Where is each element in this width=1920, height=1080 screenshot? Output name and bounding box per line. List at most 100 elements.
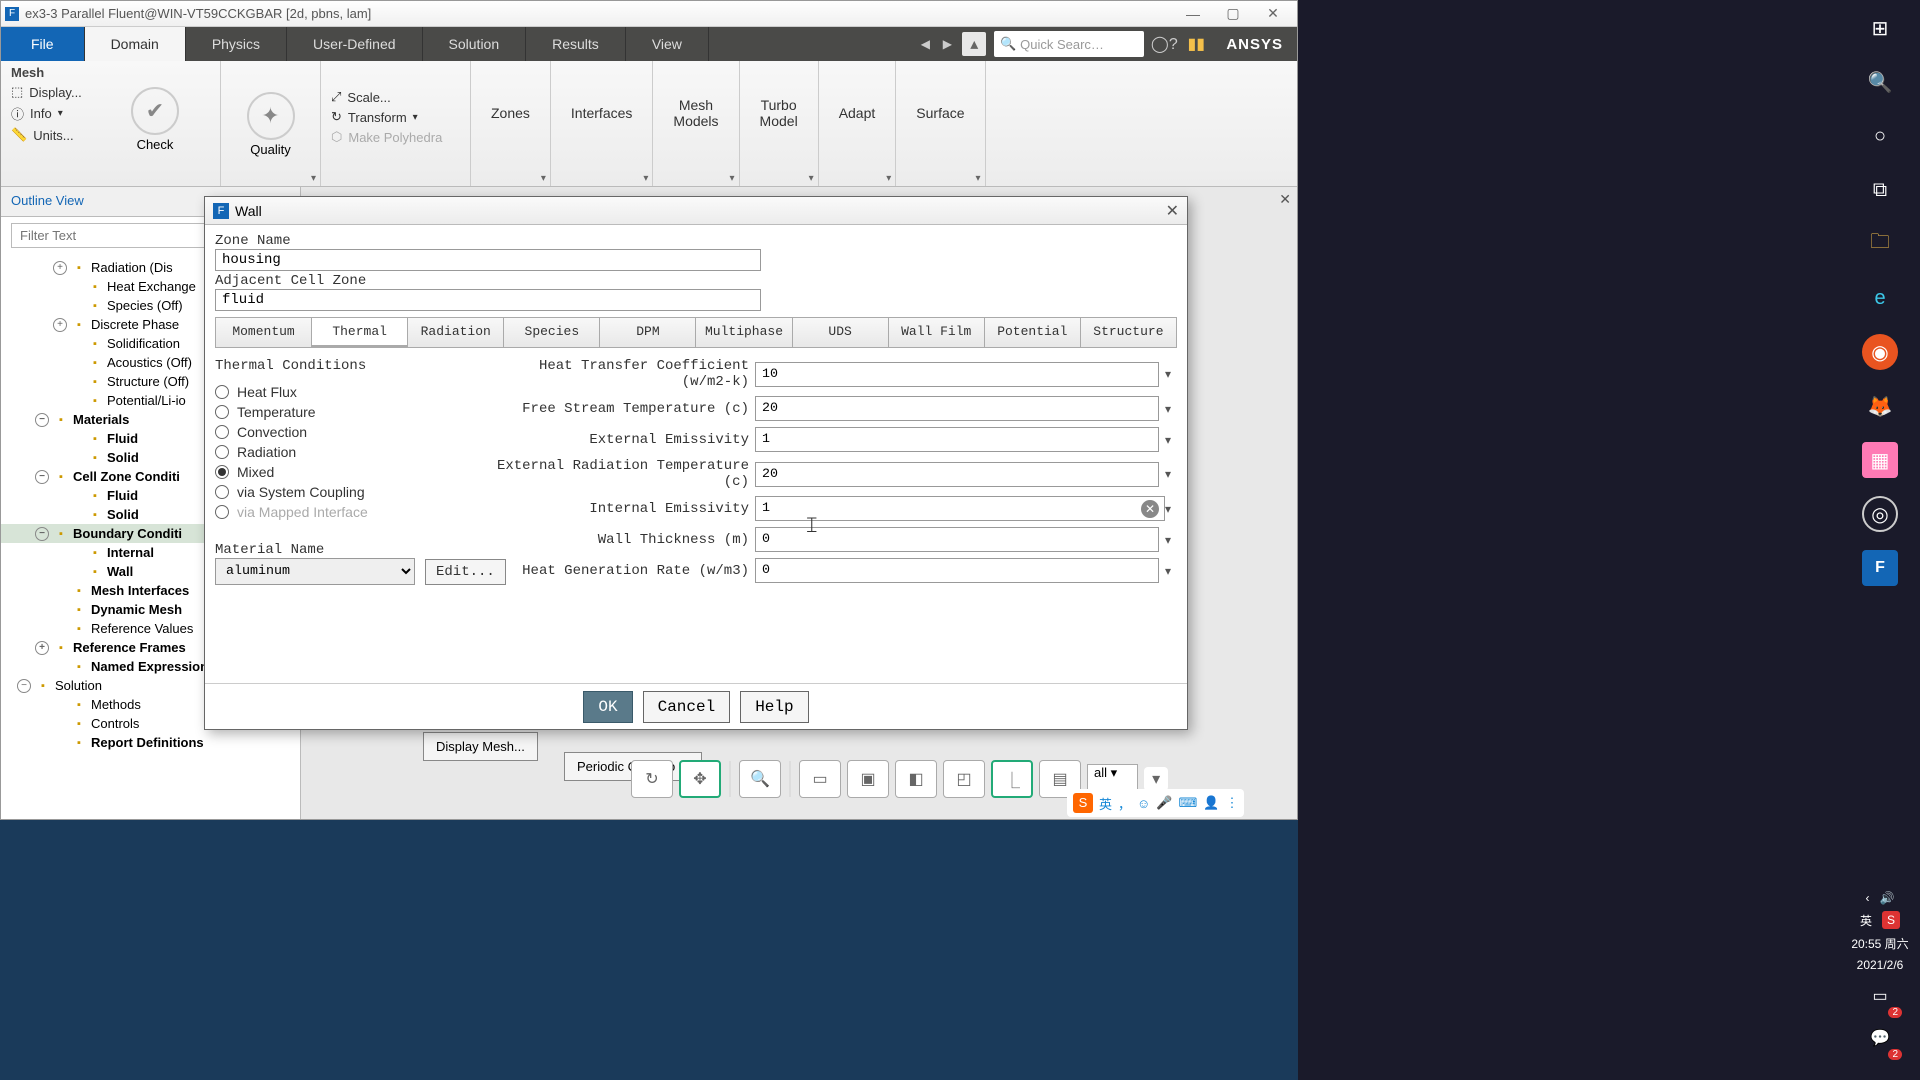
dialog-tab-thermal[interactable]: Thermal: [312, 318, 408, 347]
chevron-down-icon[interactable]: ▾: [311, 173, 316, 184]
edge-icon[interactable]: e: [1862, 280, 1898, 316]
tree-node[interactable]: ▪Report Definitions: [1, 733, 300, 752]
dialog-tab-uds[interactable]: UDS: [793, 318, 889, 347]
dialog-tab-potential[interactable]: Potential: [985, 318, 1081, 347]
dialog-tab-dpm[interactable]: DPM: [600, 318, 696, 347]
tree-expander[interactable]: +: [53, 261, 67, 275]
thermal-radio-via-system-coupling[interactable]: via System Coupling: [215, 482, 495, 502]
ribbon-turbo[interactable]: Turbo Model: [750, 97, 808, 129]
tree-expander[interactable]: −: [35, 413, 49, 427]
zoom-icon[interactable]: 🔍: [739, 760, 781, 798]
layout-icon[interactable]: ▮▮: [1184, 32, 1208, 56]
menu-user-defined[interactable]: User-Defined: [287, 27, 422, 61]
thermal-radio-heat-flux[interactable]: Heat Flux: [215, 382, 495, 402]
chevron-down-icon[interactable]: ▾: [730, 173, 735, 184]
field-dropdown-icon[interactable]: ▾: [1159, 467, 1177, 481]
field-input[interactable]: [755, 396, 1159, 421]
dialog-tab-multiphase[interactable]: Multiphase: [696, 318, 792, 347]
tree-expander[interactable]: −: [35, 527, 49, 541]
ribbon-check[interactable]: ✔Check: [131, 87, 179, 152]
menu-file[interactable]: File: [1, 27, 85, 61]
ime-lang[interactable]: 英: [1099, 794, 1112, 813]
thermal-radio-mixed[interactable]: Mixed: [215, 462, 495, 482]
ribbon-interfaces[interactable]: Interfaces: [561, 105, 642, 121]
dialog-tab-wall-film[interactable]: Wall Film: [889, 318, 985, 347]
app-pink-icon[interactable]: ▦: [1862, 442, 1898, 478]
ribbon-quality[interactable]: ✦Quality: [247, 92, 295, 157]
field-input[interactable]: [755, 558, 1159, 583]
ribbon-mesh-models[interactable]: Mesh Models: [663, 97, 728, 129]
dialog-tab-species[interactable]: Species: [504, 318, 600, 347]
ribbon-units[interactable]: 📏Units...: [11, 127, 210, 143]
ubuntu-icon[interactable]: ◉: [1862, 334, 1898, 370]
ribbon-scale[interactable]: ⤢Scale...: [331, 89, 460, 105]
field-input[interactable]: [755, 362, 1159, 387]
thermal-radio-radiation[interactable]: Radiation: [215, 442, 495, 462]
chevron-down-icon[interactable]: ▾: [541, 173, 546, 184]
menu-solution[interactable]: Solution: [423, 27, 527, 61]
edit-material-button[interactable]: Edit...: [425, 559, 506, 585]
ribbon-transform[interactable]: ↻Transform▾: [331, 109, 460, 125]
menu-scroll-right[interactable]: ▶: [936, 37, 958, 51]
cancel-button[interactable]: Cancel: [643, 691, 731, 723]
obs-icon[interactable]: ◎: [1862, 496, 1898, 532]
clock-time[interactable]: 20:55 周六: [1851, 935, 1908, 952]
help-button[interactable]: Help: [740, 691, 808, 723]
field-dropdown-icon[interactable]: ▾: [1159, 402, 1177, 416]
material-select[interactable]: aluminum: [215, 558, 415, 585]
ribbon-info[interactable]: ⓘInfo▾: [11, 104, 210, 123]
clear-icon[interactable]: ✕: [1141, 500, 1159, 518]
explorer-icon[interactable]: 🗀: [1862, 226, 1898, 262]
clock-date[interactable]: 2021/2/6: [1857, 958, 1904, 972]
cube-icon[interactable]: ▣: [847, 760, 889, 798]
menu-domain[interactable]: Domain: [85, 27, 186, 61]
dialog-tab-structure[interactable]: Structure: [1081, 318, 1176, 347]
close-button[interactable]: ✕: [1253, 3, 1293, 25]
quick-search[interactable]: 🔍 Quick Searc…: [994, 31, 1144, 57]
menu-view[interactable]: View: [626, 27, 709, 61]
tray-lang[interactable]: 英: [1860, 912, 1872, 929]
thermal-radio-temperature[interactable]: Temperature: [215, 402, 495, 422]
ribbon-adapt[interactable]: Adapt: [829, 105, 886, 121]
firefox-icon[interactable]: 🦊: [1862, 388, 1898, 424]
chevron-down-icon[interactable]: ▾: [643, 173, 648, 184]
zone-name-input[interactable]: [215, 249, 761, 271]
display-mesh-button[interactable]: Display Mesh...: [423, 732, 538, 761]
cortana-icon[interactable]: ○: [1862, 118, 1898, 154]
dialog-tab-radiation[interactable]: Radiation: [408, 318, 504, 347]
minimize-button[interactable]: —: [1173, 3, 1213, 25]
action-center-icon[interactable]: ▭: [1862, 978, 1898, 1014]
ime-sogou-icon[interactable]: S: [1073, 793, 1093, 813]
fit-icon[interactable]: ▭: [799, 760, 841, 798]
box-icon[interactable]: ◧: [895, 760, 937, 798]
field-dropdown-icon[interactable]: ▾: [1159, 502, 1177, 516]
ribbon-surface[interactable]: Surface: [906, 105, 974, 121]
field-dropdown-icon[interactable]: ▾: [1159, 433, 1177, 447]
axes-icon[interactable]: ⎿: [991, 760, 1033, 798]
refresh-icon[interactable]: ↻: [631, 760, 673, 798]
ime-bar[interactable]: S 英 ，☺🎤⌨👤⋮: [1067, 789, 1244, 817]
tree-expander[interactable]: −: [35, 470, 49, 484]
field-dropdown-icon[interactable]: ▾: [1159, 564, 1177, 578]
field-input[interactable]: [755, 462, 1159, 487]
help-icon[interactable]: ◯?: [1152, 32, 1176, 56]
ribbon-make-poly[interactable]: ⬡Make Polyhedra: [331, 129, 460, 145]
dialog-close-button[interactable]: ✕: [1166, 201, 1179, 221]
task-close-icon[interactable]: ✕: [1279, 191, 1291, 208]
fluent-taskbar-icon[interactable]: F: [1862, 550, 1898, 586]
dialog-tab-momentum[interactable]: Momentum: [216, 318, 312, 347]
volume-icon[interactable]: 🔊: [1880, 891, 1895, 905]
start-icon[interactable]: ⊞: [1862, 10, 1898, 46]
tree-expander[interactable]: +: [35, 641, 49, 655]
tree-expander[interactable]: +: [53, 318, 67, 332]
ribbon-display[interactable]: ⬚Display...: [11, 84, 210, 100]
move-icon[interactable]: ✥: [679, 760, 721, 798]
menu-scroll-left[interactable]: ◀: [914, 37, 936, 51]
thermal-radio-convection[interactable]: Convection: [215, 422, 495, 442]
menu-physics[interactable]: Physics: [186, 27, 287, 61]
adjacent-zone-input[interactable]: [215, 289, 761, 311]
field-input[interactable]: [755, 427, 1159, 452]
search-icon[interactable]: 🔍: [1862, 64, 1898, 100]
ok-button[interactable]: OK: [583, 691, 632, 723]
chevron-down-icon[interactable]: ▾: [809, 173, 814, 184]
